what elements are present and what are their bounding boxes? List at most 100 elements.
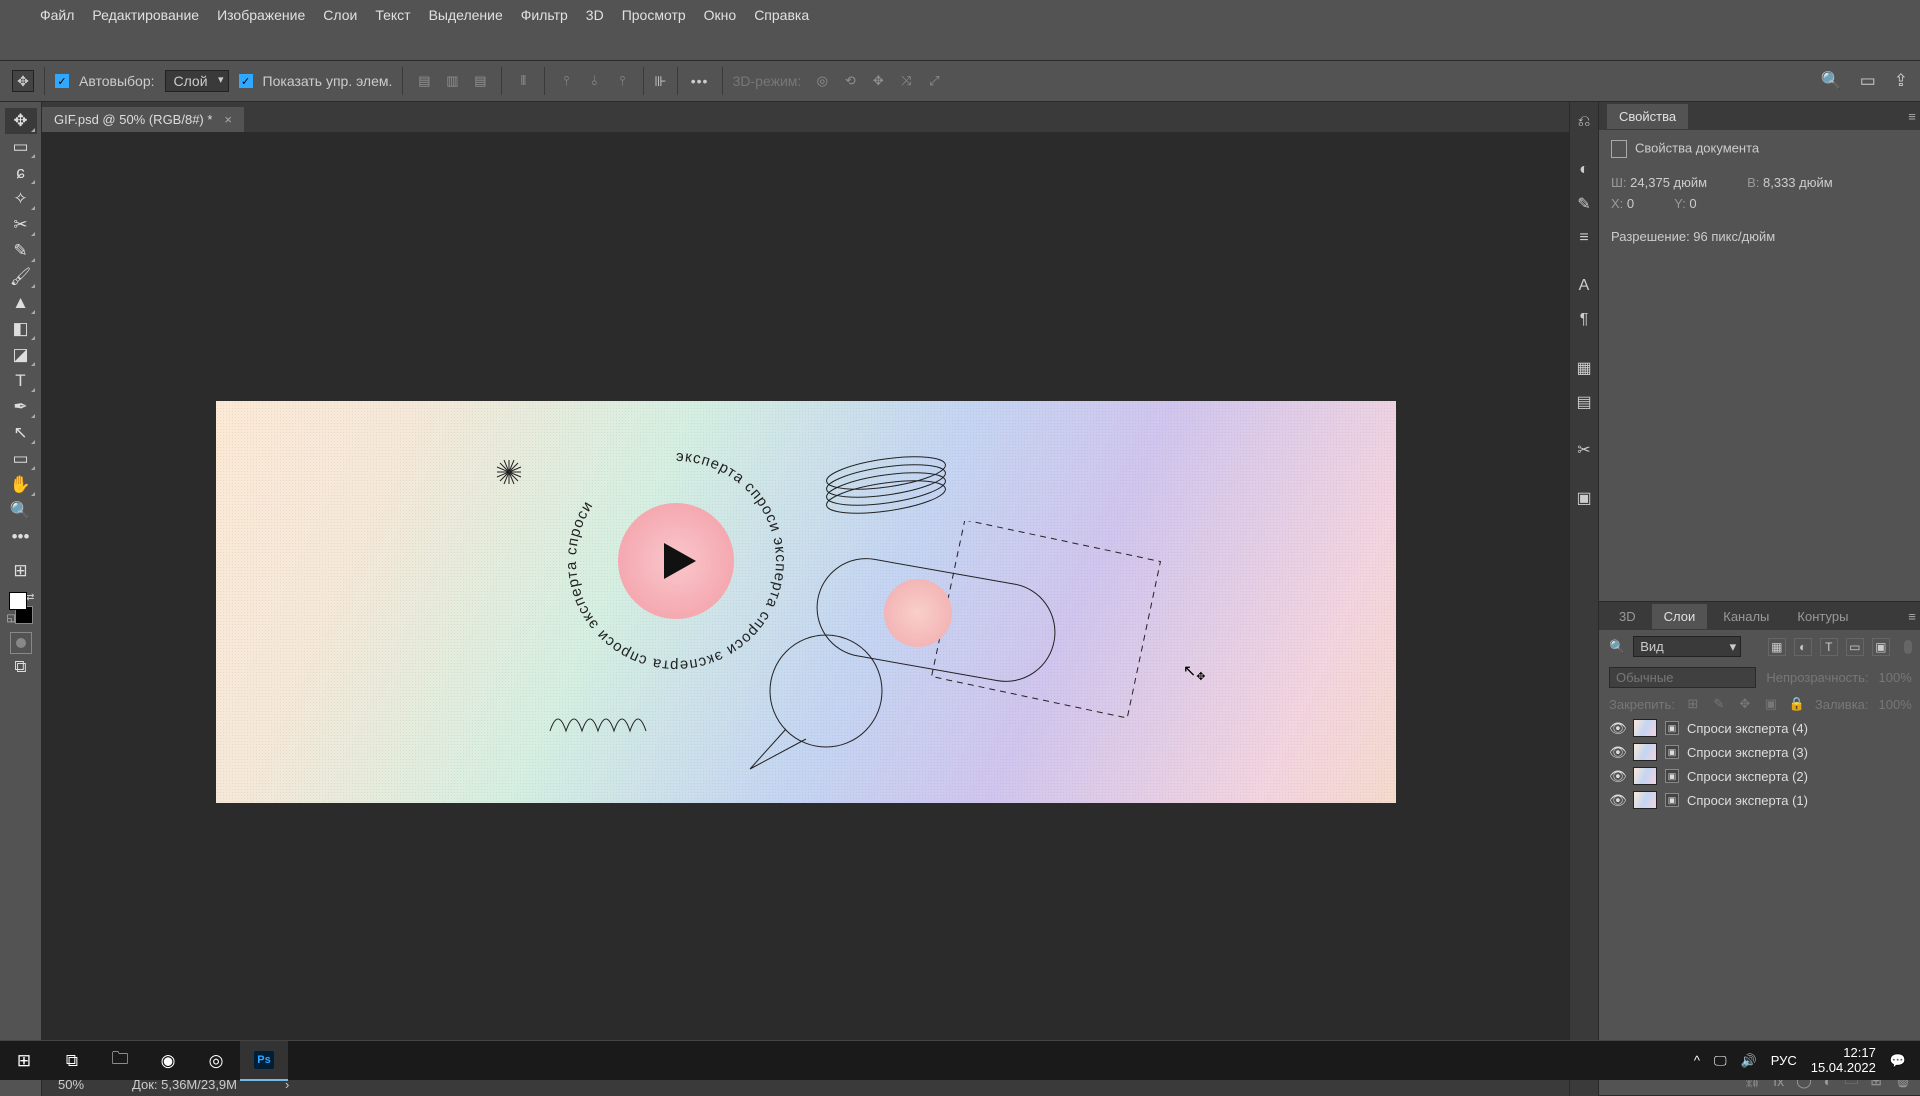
- lock-pixels-icon[interactable]: ⊞: [1685, 696, 1701, 712]
- path-tool[interactable]: ↖: [5, 420, 37, 446]
- layer-name[interactable]: Спроси эксперта (4): [1687, 721, 1808, 736]
- menu-text[interactable]: Текст: [375, 7, 410, 23]
- visibility-icon[interactable]: 👁: [1609, 768, 1625, 785]
- menu-layer[interactable]: Слои: [323, 7, 357, 23]
- lock-move-icon[interactable]: ✥: [1737, 696, 1753, 712]
- character-panel-icon[interactable]: A: [1570, 272, 1598, 300]
- tab-layers[interactable]: Слои: [1652, 604, 1708, 629]
- eraser-tool[interactable]: ◧: [5, 316, 37, 342]
- roll3d-icon[interactable]: ⟲: [839, 70, 861, 92]
- showcontrols-checkbox[interactable]: ✓: [239, 74, 253, 88]
- search-icon[interactable]: 🔍: [1821, 71, 1842, 91]
- lock-all-icon[interactable]: 🔒: [1789, 696, 1805, 712]
- align-hcenter-icon[interactable]: ▥: [441, 70, 463, 92]
- tray-clock[interactable]: 12:17 15.04.2022: [1811, 1046, 1876, 1076]
- nav-panel-icon[interactable]: ▣: [1570, 484, 1598, 512]
- paragraph-panel-icon[interactable]: ¶: [1570, 306, 1598, 334]
- align-right-icon[interactable]: ▤: [469, 70, 491, 92]
- tray-notifications-icon[interactable]: 💬: [1890, 1053, 1906, 1069]
- x-value[interactable]: 0: [1627, 196, 1634, 211]
- tray-lang[interactable]: РУС: [1771, 1053, 1797, 1068]
- height-value[interactable]: 8,333 дюйм: [1763, 175, 1833, 190]
- swatches-panel-icon[interactable]: ▦: [1570, 354, 1598, 382]
- filter-pixel-icon[interactable]: ▦: [1768, 638, 1786, 656]
- autoselect-target-select[interactable]: Слой: [165, 70, 229, 92]
- layer-row[interactable]: 👁▣Спроси эксперта (3): [1599, 740, 1920, 764]
- menu-view[interactable]: Просмотр: [622, 7, 686, 23]
- hand-tool[interactable]: ✋: [5, 472, 37, 498]
- visibility-icon[interactable]: 👁: [1609, 792, 1625, 809]
- tray-volume-icon[interactable]: 🔊: [1741, 1053, 1757, 1069]
- tab-channels[interactable]: Каналы: [1711, 604, 1781, 629]
- screenmode-button[interactable]: ⧉: [5, 654, 37, 680]
- dist-icon[interactable]: ⫴: [512, 70, 534, 92]
- photoshop-taskbar-icon[interactable]: Ps: [240, 1041, 288, 1081]
- menu-image[interactable]: Изображение: [217, 7, 305, 23]
- adjustments-panel-icon[interactable]: ◐: [1570, 156, 1598, 184]
- close-tab-icon[interactable]: ×: [224, 112, 232, 127]
- tab-3d[interactable]: 3D: [1607, 604, 1648, 629]
- slide3d-icon[interactable]: ⤨: [895, 70, 917, 92]
- layer-thumb[interactable]: [1633, 767, 1657, 785]
- obs-taskbar-icon[interactable]: ◎: [192, 1041, 240, 1081]
- fill-value[interactable]: 100%: [1879, 697, 1912, 712]
- layer-thumb[interactable]: [1633, 743, 1657, 761]
- edit-toolbar-button[interactable]: •••: [5, 524, 37, 550]
- visibility-icon[interactable]: 👁: [1609, 720, 1625, 737]
- move-tool[interactable]: ✥: [5, 108, 37, 134]
- resolution-value[interactable]: Разрешение: 96 пикс/дюйм: [1611, 229, 1775, 244]
- layer-filter-select[interactable]: Вид: [1633, 636, 1741, 657]
- type-tool[interactable]: T: [5, 368, 37, 394]
- layer-row[interactable]: 👁▣Спроси эксперта (4): [1599, 716, 1920, 740]
- menu-window[interactable]: Окно: [704, 7, 737, 23]
- panel-menu-icon[interactable]: ≡: [1908, 109, 1916, 124]
- brush-tool[interactable]: 🖌: [5, 264, 37, 290]
- layer-thumb[interactable]: [1633, 719, 1657, 737]
- options-more-button[interactable]: •••: [688, 73, 712, 89]
- libraries-panel-icon[interactable]: ≡: [1570, 224, 1598, 252]
- align-top-icon[interactable]: ⫯: [555, 70, 577, 92]
- quickmask-button[interactable]: [10, 632, 32, 654]
- history-panel-icon[interactable]: ⎌: [1570, 108, 1598, 136]
- wand-tool[interactable]: ✧: [5, 186, 37, 212]
- filter-toggle[interactable]: [1904, 640, 1912, 654]
- menu-file[interactable]: Файл: [40, 7, 74, 23]
- y-value[interactable]: 0: [1689, 196, 1696, 211]
- width-value[interactable]: 24,375 дюйм: [1630, 175, 1707, 190]
- tray-monitor-icon[interactable]: 🖵: [1714, 1053, 1727, 1069]
- lock-artboard-icon[interactable]: ▣: [1763, 696, 1779, 712]
- foreground-color[interactable]: [9, 592, 27, 610]
- canvas[interactable]: эксперта спроси эксперта спроси эксперта…: [216, 401, 1396, 803]
- pan3d-icon[interactable]: ✥: [867, 70, 889, 92]
- layer-row[interactable]: 👁▣Спроси эксперта (2): [1599, 764, 1920, 788]
- actions-panel-icon[interactable]: ✂: [1570, 436, 1598, 464]
- filter-shape-icon[interactable]: ▭: [1846, 638, 1864, 656]
- filter-adjust-icon[interactable]: ◐: [1794, 638, 1812, 656]
- menu-3d[interactable]: 3D: [586, 7, 604, 23]
- layer-name[interactable]: Спроси эксперта (1): [1687, 793, 1808, 808]
- shape-tool[interactable]: ▭: [5, 446, 37, 472]
- document-tab[interactable]: GIF.psd @ 50% (RGB/8#) * ×: [42, 107, 244, 132]
- start-button[interactable]: ⊞: [0, 1041, 48, 1081]
- zoom3d-icon[interactable]: ⤢: [923, 70, 945, 92]
- visibility-icon[interactable]: 👁: [1609, 744, 1625, 761]
- align-vcenter-icon[interactable]: ⫰: [583, 70, 605, 92]
- layer-thumb[interactable]: [1633, 791, 1657, 809]
- menu-filter[interactable]: Фильтр: [521, 7, 568, 23]
- menu-edit[interactable]: Редактирование: [92, 7, 199, 23]
- canvas-wrap[interactable]: эксперта спроси эксперта спроси эксперта…: [42, 132, 1569, 1072]
- align-bottom-icon[interactable]: ⫯: [611, 70, 633, 92]
- eyedropper-tool[interactable]: ✎: [5, 238, 37, 264]
- layer-row[interactable]: 👁▣Спроси эксперта (1): [1599, 788, 1920, 812]
- layer-name[interactable]: Спроси эксперта (2): [1687, 769, 1808, 784]
- tray-chevron-icon[interactable]: ^: [1694, 1053, 1700, 1068]
- chrome-taskbar-icon[interactable]: ◉: [144, 1041, 192, 1081]
- zoom-tool[interactable]: 🔍: [5, 498, 37, 524]
- blend-mode-select[interactable]: Обычные: [1609, 667, 1756, 688]
- explorer-taskbar-icon[interactable]: 🗀: [96, 1041, 144, 1081]
- menu-help[interactable]: Справка: [754, 7, 809, 23]
- move-tool-icon[interactable]: ✥: [12, 70, 34, 92]
- opacity-value[interactable]: 100%: [1879, 670, 1912, 685]
- swap-colors-icon[interactable]: ⇄: [26, 592, 34, 603]
- styles-panel-icon[interactable]: ✎: [1570, 190, 1598, 218]
